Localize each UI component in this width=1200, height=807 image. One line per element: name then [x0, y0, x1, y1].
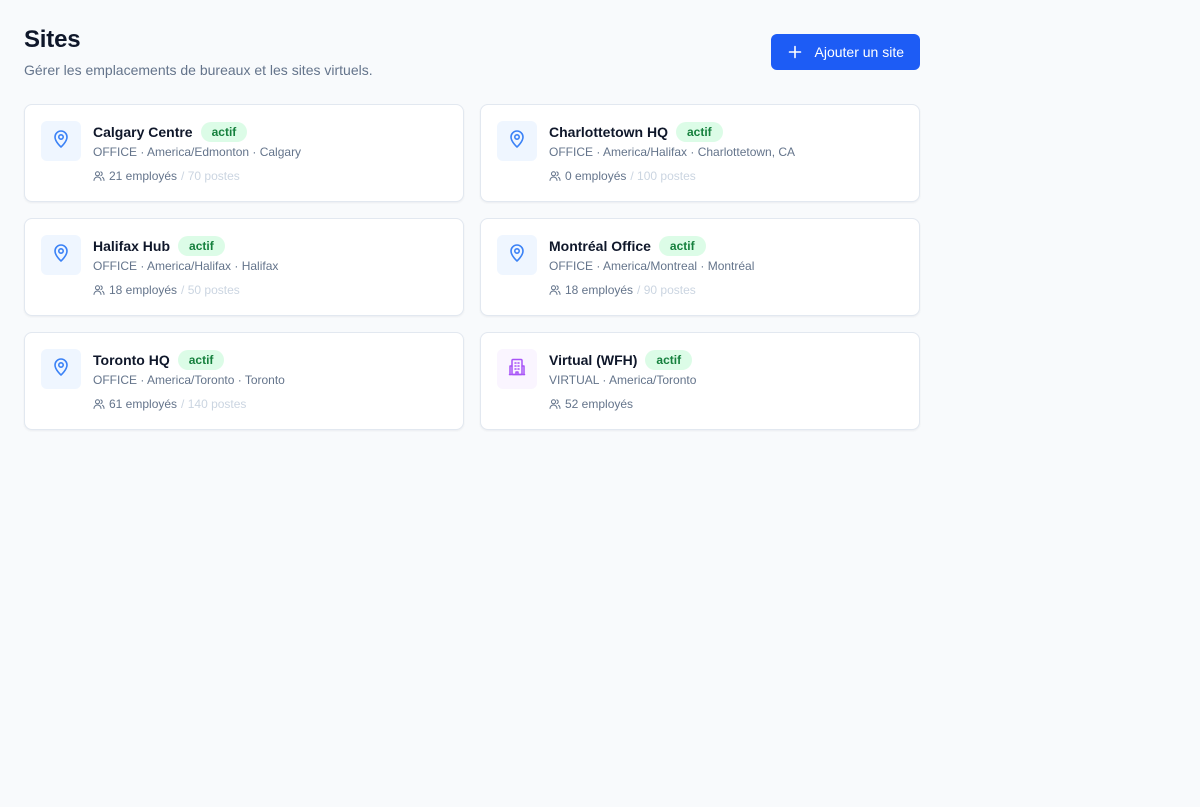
status-badge: actif: [645, 350, 693, 370]
site-card[interactable]: Calgary Centre actif OFFICE · America/Ed…: [24, 104, 464, 202]
site-name-row: Charlottetown HQ actif: [549, 121, 795, 143]
plus-icon: [787, 44, 803, 60]
status-badge: actif: [178, 236, 225, 256]
site-name-row: Toronto HQ actif: [93, 349, 285, 371]
site-info: Toronto HQ actif OFFICE · America/Toront…: [93, 349, 285, 429]
site-info: Virtual (WFH) actif VIRTUAL · America/To…: [549, 349, 696, 429]
users-icon: [93, 284, 105, 296]
site-name: Charlottetown HQ: [549, 124, 668, 140]
site-info: Halifax Hub actif OFFICE · America/Halif…: [93, 235, 278, 315]
site-name-row: Calgary Centre actif: [93, 121, 301, 143]
employee-count: 18 employés: [109, 283, 178, 297]
users-icon: [549, 284, 561, 296]
site-name: Virtual (WFH): [549, 352, 638, 368]
site-name: Calgary Centre: [93, 124, 193, 140]
site-name: Halifax Hub: [93, 238, 171, 254]
users-icon: [93, 170, 105, 182]
capacity: / 140 postes: [181, 397, 247, 411]
site-stats: 52 employés: [549, 396, 696, 412]
site-name-row: Halifax Hub actif: [93, 235, 278, 257]
status-badge: actif: [676, 122, 723, 142]
site-meta: OFFICE · America/Montreal · Montréal: [549, 259, 755, 273]
sites-grid: Calgary Centre actif OFFICE · America/Ed…: [24, 104, 920, 430]
site-info: Montréal Office actif OFFICE · America/M…: [549, 235, 754, 315]
map-pin-icon: [51, 243, 71, 268]
add-site-button[interactable]: Ajouter un site: [770, 34, 920, 70]
site-icon-box: [497, 121, 537, 161]
site-stats: 18 employés / 90 postes: [549, 282, 754, 298]
add-site-label: Ajouter un site: [814, 44, 905, 60]
employee-count: 18 employés: [565, 283, 634, 297]
site-name: Montréal Office: [549, 238, 651, 254]
site-icon-box: [41, 235, 81, 275]
site-icon-box: [497, 235, 537, 275]
site-meta: OFFICE · America/Halifax · Charlottetown…: [549, 145, 796, 159]
map-pin-icon: [507, 129, 527, 154]
building-icon: [507, 357, 527, 382]
site-stats: 21 employés / 70 postes: [93, 168, 301, 184]
site-meta: OFFICE · America/Toronto · Toronto: [93, 373, 285, 387]
capacity: / 100 postes: [630, 169, 696, 183]
site-stats: 0 employés / 100 postes: [549, 168, 795, 184]
site-name-row: Montréal Office actif: [549, 235, 754, 257]
site-card[interactable]: Halifax Hub actif OFFICE · America/Halif…: [24, 218, 464, 316]
site-icon-box: [41, 121, 81, 161]
site-icon-box: [497, 349, 537, 389]
site-card[interactable]: Toronto HQ actif OFFICE · America/Toront…: [24, 332, 464, 430]
site-meta: OFFICE · America/Edmonton · Calgary: [93, 145, 302, 159]
site-stats: 18 employés / 50 postes: [93, 282, 278, 298]
site-card[interactable]: Virtual (WFH) actif VIRTUAL · America/To…: [480, 332, 920, 430]
sites-page: Sites Gérer les emplacements de bureaux …: [24, 26, 920, 430]
status-badge: actif: [200, 122, 248, 142]
site-name-row: Virtual (WFH) actif: [549, 349, 696, 371]
employee-count: 21 employés: [109, 169, 178, 183]
users-icon: [549, 170, 561, 182]
site-card[interactable]: Charlottetown HQ actif OFFICE · America/…: [480, 104, 920, 202]
site-info: Calgary Centre actif OFFICE · America/Ed…: [93, 121, 301, 201]
capacity: / 90 postes: [637, 283, 696, 297]
capacity: / 50 postes: [181, 283, 240, 297]
map-pin-icon: [51, 129, 71, 154]
employee-count: 0 employés: [565, 169, 627, 183]
employee-count: 52 employés: [565, 397, 634, 411]
site-meta: OFFICE · America/Halifax · Halifax: [93, 259, 279, 273]
capacity: / 70 postes: [181, 169, 240, 183]
site-card[interactable]: Montréal Office actif OFFICE · America/M…: [480, 218, 920, 316]
map-pin-icon: [507, 243, 527, 268]
site-name: Toronto HQ: [93, 352, 170, 368]
page-header: Sites Gérer les emplacements de bureaux …: [24, 26, 920, 104]
site-icon-box: [41, 349, 81, 389]
map-pin-icon: [51, 357, 71, 382]
site-info: Charlottetown HQ actif OFFICE · America/…: [549, 121, 795, 201]
status-badge: actif: [658, 236, 706, 256]
site-stats: 61 employés / 140 postes: [93, 396, 285, 412]
site-meta: VIRTUAL · America/Toronto: [549, 373, 697, 387]
users-icon: [549, 398, 561, 410]
status-badge: actif: [177, 350, 225, 370]
users-icon: [93, 398, 105, 410]
employee-count: 61 employés: [109, 397, 178, 411]
